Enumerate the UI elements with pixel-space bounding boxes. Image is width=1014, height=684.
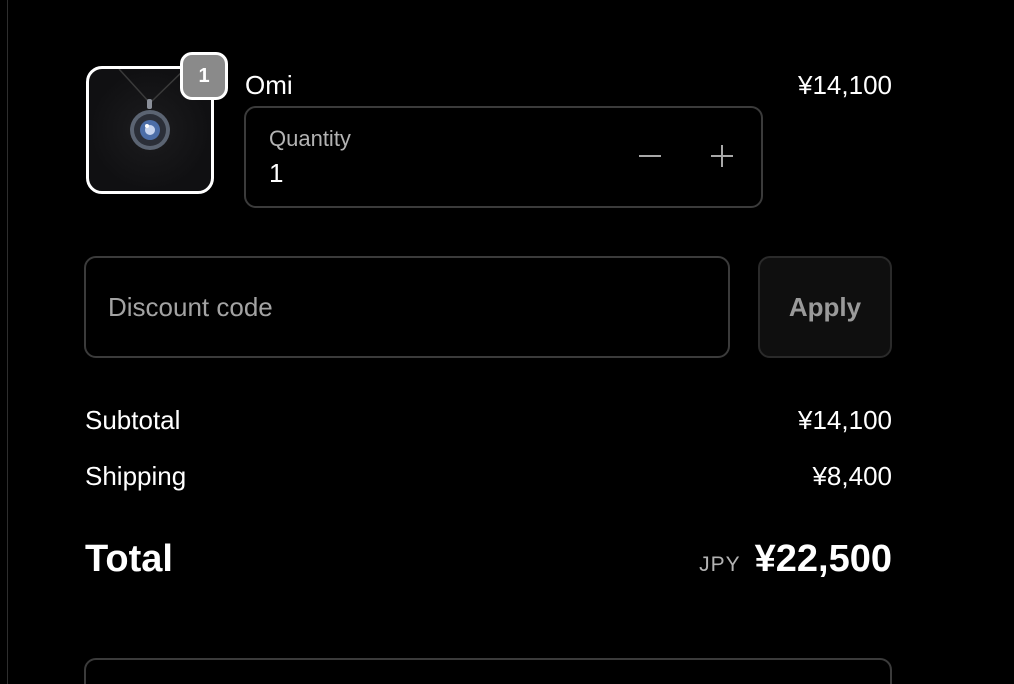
total-label: Total xyxy=(85,538,173,580)
quantity-value[interactable]: 1 xyxy=(269,158,283,189)
decrease-quantity-button[interactable] xyxy=(632,138,668,174)
subtotal-value: ¥14,100 xyxy=(798,405,892,435)
total-value: ¥22,500 xyxy=(754,538,892,580)
discount-code-input[interactable] xyxy=(84,256,730,358)
total-amount: JPY ¥22,500 xyxy=(699,538,892,581)
product-price: ¥14,100 xyxy=(798,70,892,100)
shipping-label: Shipping xyxy=(85,461,187,491)
increase-quantity-button[interactable] xyxy=(704,138,740,174)
next-section-box xyxy=(84,658,892,684)
product-name: Omi xyxy=(245,70,293,100)
shipping-value: ¥8,400 xyxy=(812,461,892,491)
quantity-badge: 1 xyxy=(180,52,228,100)
apply-discount-button[interactable]: Apply xyxy=(758,256,892,358)
currency-code: JPY xyxy=(699,553,741,576)
checkout-order-summary: 1 Omi ¥14,100 Quantity 1 Apply Subtotal … xyxy=(0,0,1014,684)
quantity-label: Quantity xyxy=(269,126,351,151)
quantity-stepper: Quantity 1 xyxy=(244,106,763,208)
panel-divider xyxy=(7,0,8,684)
subtotal-label: Subtotal xyxy=(85,405,181,435)
